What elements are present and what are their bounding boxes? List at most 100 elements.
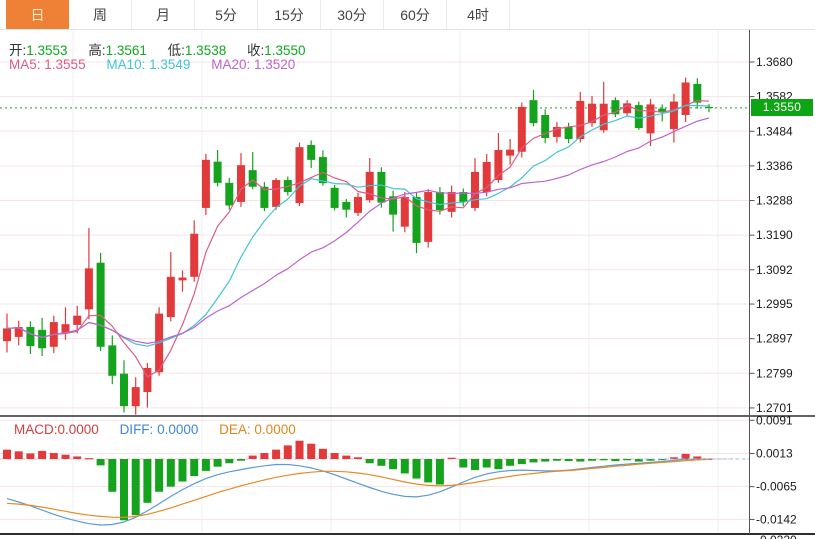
- macd-bar: [296, 441, 304, 459]
- axis-tick-label: 1.3386: [756, 159, 793, 173]
- macd-bar: [506, 459, 514, 466]
- macd-bar: [541, 459, 549, 462]
- tab-4hour[interactable]: 4时: [447, 0, 510, 29]
- macd-bar: [3, 450, 11, 459]
- macd-bar: [15, 451, 23, 459]
- diff-label: DIFF:: [120, 422, 154, 437]
- tab-day[interactable]: 日: [6, 0, 69, 29]
- macd-bar: [272, 450, 280, 459]
- macd-bar: [190, 459, 198, 476]
- candle-body: [506, 150, 514, 156]
- diff-value: 0.0000: [157, 422, 198, 437]
- dea-label: DEA:: [219, 422, 251, 437]
- candle-body: [682, 82, 690, 115]
- axis-tick-label: 1.3484: [756, 124, 793, 138]
- axis-tick-label: 0.0013: [756, 446, 793, 460]
- macd-bar: [108, 459, 116, 492]
- candle-body: [237, 165, 245, 202]
- macd-bar: [167, 459, 175, 487]
- axis-tick-label: 1.2799: [756, 366, 793, 380]
- tab-30min[interactable]: 30分: [321, 0, 384, 29]
- macd-bar: [120, 459, 128, 520]
- candle-body: [658, 109, 666, 112]
- macd-bar: [682, 454, 690, 459]
- tab-60min[interactable]: 60分: [384, 0, 447, 29]
- macd-info-bar: MACD:0.0000 DIFF: 0.0000 DEA: 0.0000: [14, 422, 313, 437]
- macd-bar: [377, 459, 385, 466]
- candle-body: [635, 105, 643, 128]
- macd-bar: [611, 459, 619, 461]
- axis-tick-label: -0.0065: [756, 480, 797, 494]
- chart-canvas[interactable]: 1.36801.35821.34841.33861.32881.31901.30…: [0, 0, 815, 539]
- macd-bar: [237, 459, 245, 461]
- low-group: 低:1.3538: [168, 43, 227, 58]
- macd-bar: [155, 459, 163, 492]
- high-value: 1.3561: [106, 43, 147, 58]
- macd-bar: [518, 459, 526, 464]
- macd-bar: [260, 453, 268, 459]
- macd-bar: [588, 459, 596, 461]
- macd-bar: [389, 459, 397, 469]
- candle-body: [354, 197, 362, 213]
- open-label: 开:: [9, 43, 26, 58]
- candle-body: [471, 172, 479, 208]
- macd-group: MACD:0.0000: [14, 422, 99, 437]
- axis-tick-label: 1.2897: [756, 332, 793, 346]
- candle-body: [202, 160, 210, 208]
- macd-bar: [225, 459, 233, 463]
- open-value: 1.3553: [26, 43, 67, 58]
- candle-body: [565, 127, 573, 139]
- macd-bar: [38, 451, 46, 459]
- axis-tick-label: -0.0220: [756, 533, 797, 539]
- candle-body: [436, 192, 444, 210]
- macd-bar: [319, 449, 327, 459]
- candle-body: [319, 157, 327, 183]
- candle-body: [331, 188, 339, 208]
- candle-body: [342, 202, 350, 210]
- candle-body: [705, 107, 713, 108]
- tab-15min[interactable]: 15分: [258, 0, 321, 29]
- macd-label: MACD:: [14, 422, 58, 437]
- tab-week[interactable]: 周: [69, 0, 132, 29]
- macd-bar: [73, 456, 81, 459]
- macd-bar: [530, 459, 538, 462]
- macd-bar: [553, 459, 561, 461]
- high-group: 高:1.3561: [88, 43, 147, 58]
- macd-bar: [143, 459, 151, 503]
- macd-bar: [62, 455, 70, 459]
- macd-bar: [471, 459, 479, 470]
- ma10-group: MA10: 1.3549: [106, 57, 190, 72]
- candle-body: [670, 102, 678, 130]
- macd-bar: [179, 459, 187, 482]
- candle-body: [225, 183, 233, 206]
- macd-bar: [342, 456, 350, 459]
- macd-bar: [623, 459, 631, 460]
- close-label: 收:: [247, 43, 264, 58]
- candle-body: [3, 328, 11, 341]
- macd-bar: [214, 459, 222, 467]
- candle-body: [693, 84, 701, 103]
- ma20-value: 1.3520: [254, 57, 295, 72]
- axis-tick-label: -0.0142: [756, 512, 797, 526]
- macd-bar: [565, 459, 573, 461]
- ma10-label: MA10:: [106, 57, 145, 72]
- ma20-line: [7, 118, 709, 343]
- candles-layer: [3, 78, 713, 415]
- candle-body: [249, 170, 257, 187]
- diff-group: DIFF: 0.0000: [120, 422, 199, 437]
- axis-tick-label: 1.3092: [756, 263, 793, 277]
- ma5-value: 1.3555: [44, 57, 85, 72]
- candle-body: [424, 192, 432, 242]
- tab-month[interactable]: 月: [132, 0, 195, 29]
- dea-value: 0.0000: [254, 422, 295, 437]
- macd-bar: [85, 458, 93, 459]
- ma20-label: MA20:: [211, 57, 250, 72]
- macd-histogram-layer: [3, 441, 713, 521]
- macd-bar: [26, 453, 34, 459]
- tab-5min[interactable]: 5分: [195, 0, 258, 29]
- ma10-value: 1.3549: [149, 57, 190, 72]
- candle-body: [38, 330, 46, 348]
- macd-value: 0.0000: [58, 422, 99, 437]
- ma5-group: MA5: 1.3555: [9, 57, 86, 72]
- macd-bar: [483, 459, 491, 468]
